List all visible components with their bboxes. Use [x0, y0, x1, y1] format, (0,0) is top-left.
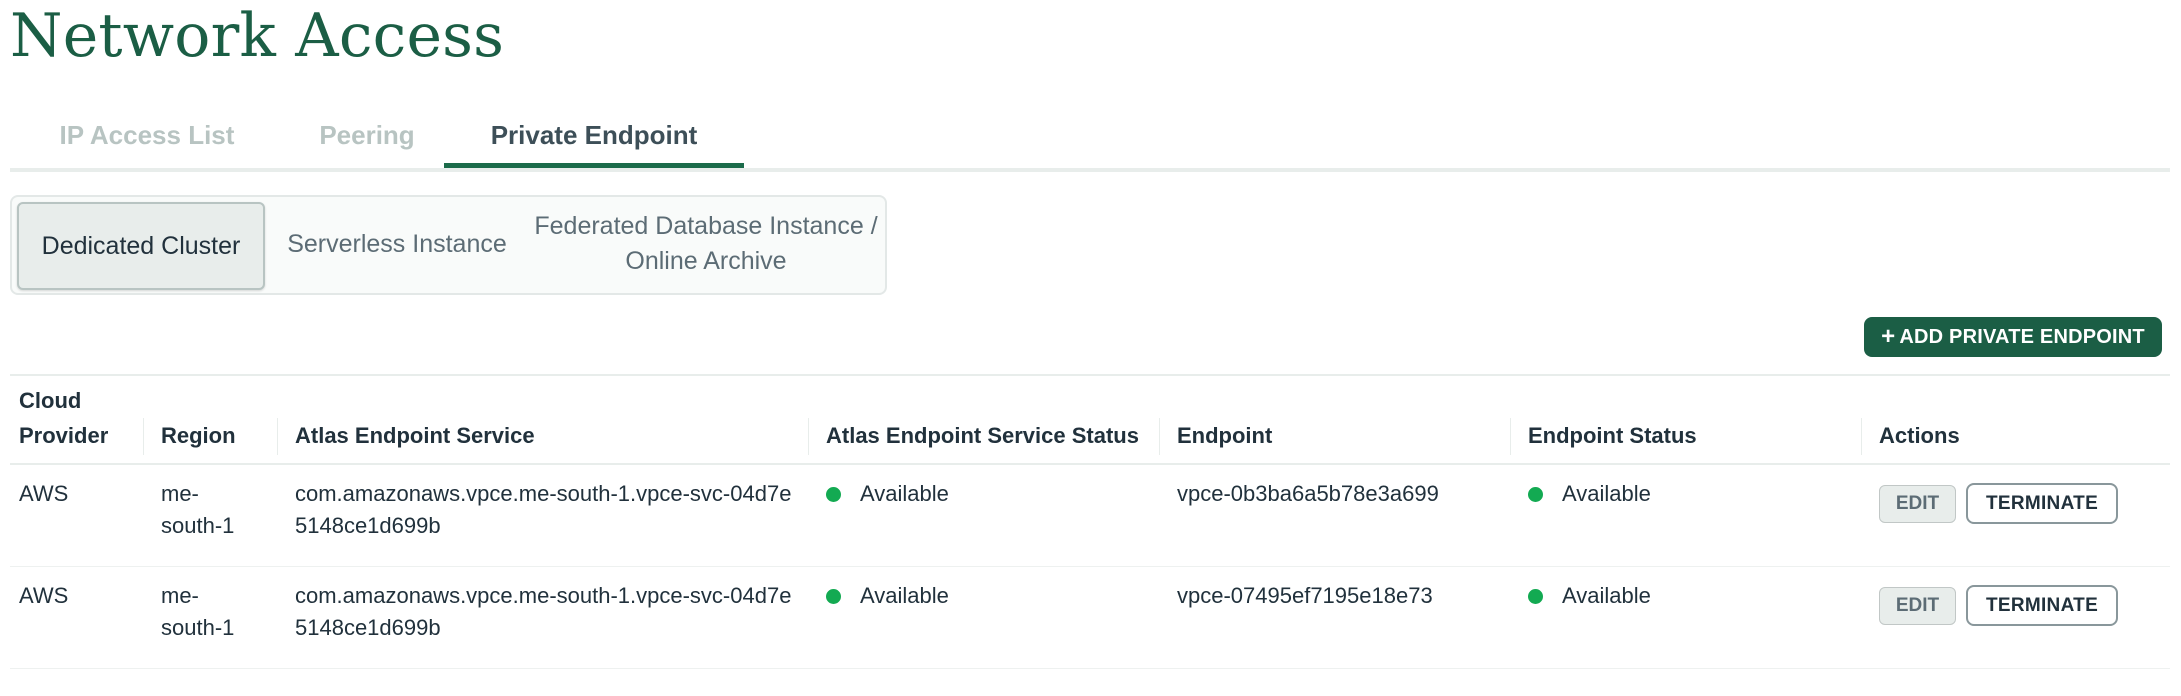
column-divider [1510, 418, 1511, 455]
status-text: Available [860, 481, 949, 506]
tab-peering[interactable]: Peering [290, 110, 444, 168]
column-header-endpoint: Endpoint [1177, 423, 1273, 448]
edit-button[interactable]: EDIT [1879, 485, 1956, 523]
terminate-button[interactable]: TERMINATE [1966, 483, 2118, 524]
status-available-icon [1528, 487, 1543, 502]
column-divider [1861, 418, 1862, 455]
cell-region: me-south-1 [161, 583, 235, 640]
status-available-icon [1528, 589, 1543, 604]
column-header-region: Region [161, 423, 236, 448]
network-access-page: Network Access IP Access List Peering Pr… [10, 0, 2170, 696]
cell-cloud-provider: AWS [19, 481, 69, 506]
cell-atlas-endpoint-service: com.amazonaws.vpce.me-south-1.vpce-svc-0… [295, 583, 792, 640]
add-private-endpoint-button[interactable]: + ADD PRIVATE ENDPOINT [1864, 317, 2162, 357]
column-divider [277, 418, 278, 455]
status-text: Available [1562, 583, 1651, 608]
plus-icon: + [1881, 323, 1896, 350]
status-available-icon [826, 589, 841, 604]
terminate-button[interactable]: TERMINATE [1966, 585, 2118, 626]
status-text: Available [860, 583, 949, 608]
status-available-icon [826, 487, 841, 502]
tab-ip-access-list[interactable]: IP Access List [24, 110, 270, 168]
column-header-endpoint-status: Endpoint Status [1528, 423, 1697, 448]
column-divider [808, 418, 809, 455]
cell-region: me-south-1 [161, 481, 235, 538]
add-private-endpoint-label: ADD PRIVATE ENDPOINT [1899, 325, 2145, 348]
cell-atlas-endpoint-service: com.amazonaws.vpce.me-south-1.vpce-svc-0… [295, 481, 792, 538]
column-divider [143, 418, 144, 455]
cell-endpoint: vpce-07495ef7195e18e73 [1177, 583, 1433, 608]
page-title: Network Access [10, 1, 505, 71]
cell-endpoint: vpce-0b3ba6a5b78e3a699 [1177, 481, 1439, 506]
segment-dedicated-cluster[interactable]: Dedicated Cluster [17, 202, 265, 290]
edit-button[interactable]: EDIT [1879, 587, 1956, 625]
tab-private-endpoint[interactable]: Private Endpoint [444, 110, 744, 168]
status-text: Available [1562, 481, 1651, 506]
cell-service-status: Available [826, 580, 1126, 612]
cell-endpoint-status: Available [1528, 478, 1828, 510]
segment-federated-database[interactable]: Federated Database Instance / Online Arc… [532, 202, 880, 286]
deployment-type-segmented-control: Dedicated Cluster Serverless Instance Fe… [10, 195, 887, 295]
cell-service-status: Available [826, 478, 1126, 510]
table-row: AWS me-south-1 com.amazonaws.vpce.me-sou… [10, 465, 2170, 567]
column-header-atlas-endpoint-service-status: Atlas Endpoint Service Status [826, 423, 1139, 448]
column-divider [1159, 418, 1160, 455]
column-header-actions: Actions [1879, 423, 1960, 448]
cell-cloud-provider: AWS [19, 583, 69, 608]
tab-bar: IP Access List Peering Private Endpoint [10, 110, 2170, 172]
table-row: AWS me-south-1 com.amazonaws.vpce.me-sou… [10, 567, 2170, 669]
column-header-cloud-provider: Cloud Provider [19, 388, 109, 448]
cell-endpoint-status: Available [1528, 580, 1828, 612]
segment-serverless-instance[interactable]: Serverless Instance [274, 202, 520, 286]
column-header-atlas-endpoint-service: Atlas Endpoint Service [295, 423, 535, 448]
private-endpoint-table: Cloud Provider Region Atlas Endpoint Ser… [10, 374, 2170, 669]
table-header: Cloud Provider Region Atlas Endpoint Ser… [10, 376, 2170, 465]
